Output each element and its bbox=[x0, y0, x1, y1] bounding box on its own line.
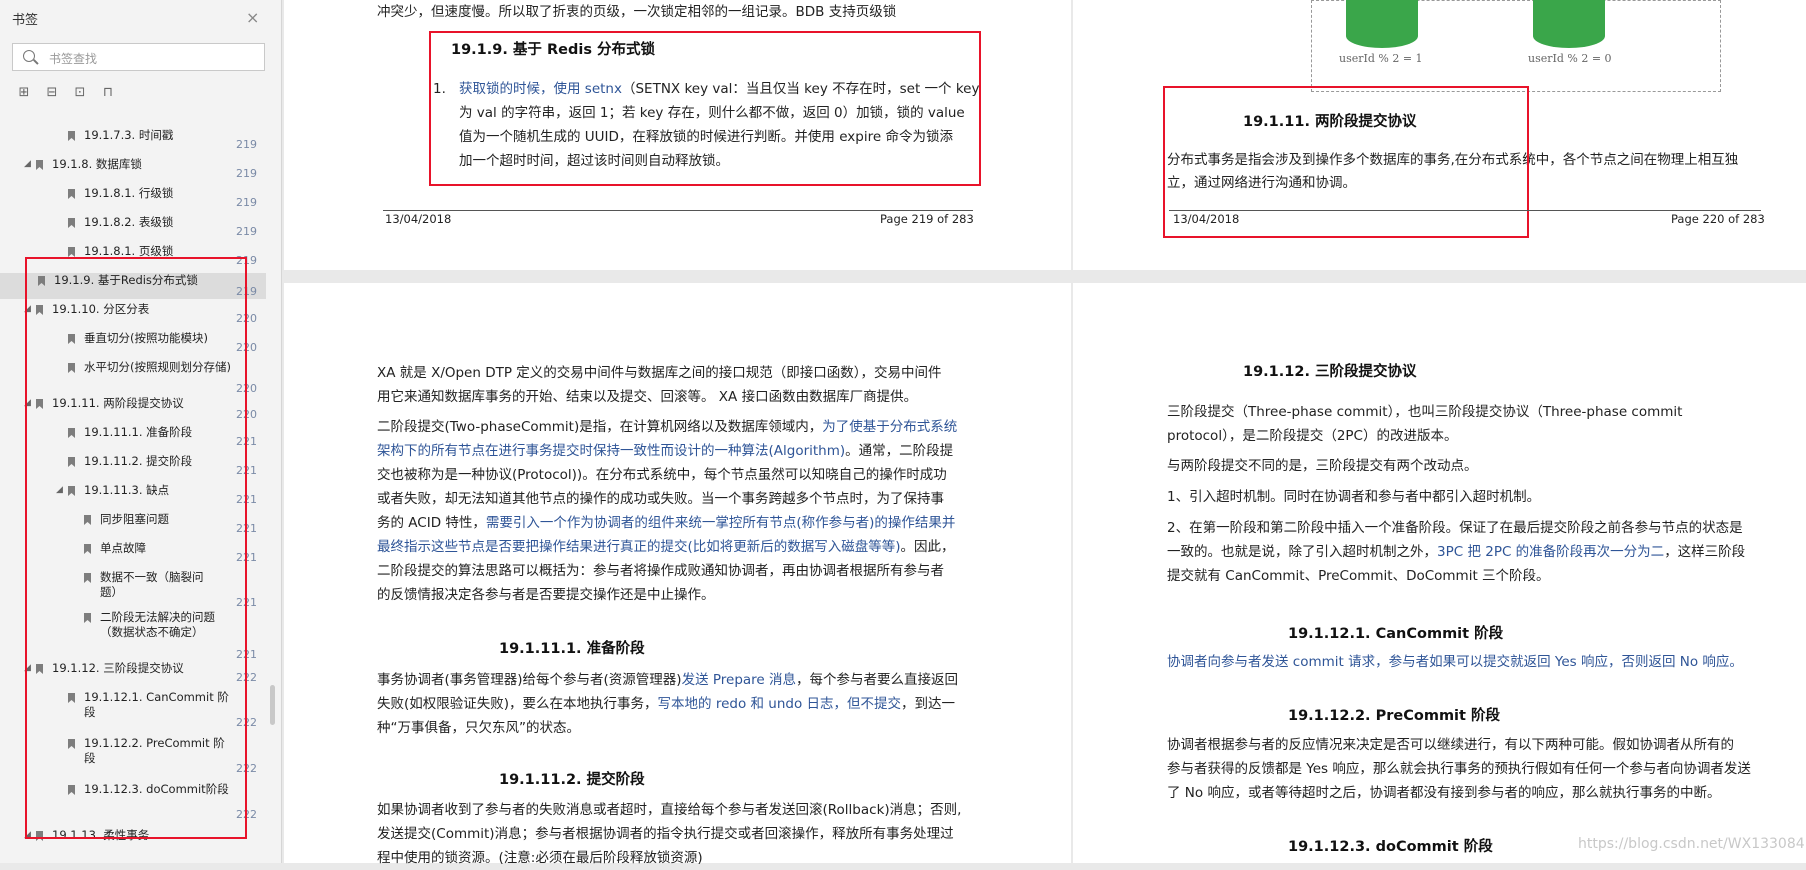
diagram-label: userId % 2 = 1 bbox=[1339, 52, 1423, 65]
page-text: 二阶段提交的算法思路可以概括为：参与者将操作成败通知协调者，再由协调者根据所有参… bbox=[377, 563, 944, 579]
bookmark-icon bbox=[68, 131, 75, 141]
page-text: XA 就是 X/Open DTP 定义的交易中间件与数据库之间的接口规范（即接口… bbox=[377, 365, 942, 381]
bookmark-icon bbox=[68, 218, 75, 228]
bookmark-icon bbox=[36, 160, 43, 170]
page-221: XA 就是 X/Open DTP 定义的交易中间件与数据库之间的接口规范（即接口… bbox=[284, 283, 1071, 866]
page-text: 二阶段提交(Two-phaseCommit)是指，在计算机网络以及数据库领域内，… bbox=[377, 419, 958, 435]
bookmark-icon bbox=[68, 247, 75, 257]
section-heading: 19.1.12.1. CanCommit 阶段 bbox=[1288, 626, 1504, 642]
bookmark-page-number: 219 bbox=[236, 167, 257, 180]
diagram-label: userId % 2 = 0 bbox=[1528, 52, 1612, 65]
section-heading: 19.1.12.2. PreCommit 阶段 bbox=[1288, 708, 1500, 724]
section-heading: 19.1.12. 三阶段提交协议 bbox=[1243, 364, 1417, 380]
expand-all-icon[interactable]: ⊞ bbox=[16, 85, 32, 101]
footer-date: 13/04/2018 bbox=[1173, 212, 1240, 226]
bookmark-label: 19.1.8. 数据库锁 bbox=[52, 157, 142, 171]
bookmark-sidebar: 书签 × 书签查找 ⊞ ⊟ ⊡ ⊓ 19.1.7.3. 时间戳 219 ◢ 19.1.… bbox=[0, 0, 282, 863]
page-text: 种“万事俱备，只欠东风”的状态。 bbox=[377, 720, 580, 736]
page-text: 提交就有 CanCommit、PreCommit、DoCommit 三个阶段。 bbox=[1167, 568, 1550, 584]
sidebar-scrollbar[interactable] bbox=[270, 685, 275, 725]
footer-rule bbox=[1169, 210, 1761, 211]
bookmark-page-number: 219 bbox=[236, 138, 257, 151]
page-text: 用它来通知数据库事务的开始、结束以及提交、回滚等。 XA 接口函数由数据库厂商提… bbox=[377, 389, 918, 405]
page-text: 程中使用的锁资源。(注意:必须在最后阶段释放锁资源) bbox=[377, 850, 703, 866]
search-placeholder: 书签查找 bbox=[49, 52, 98, 66]
section-heading: 19.1.12.3. doCommit 阶段 bbox=[1288, 839, 1493, 855]
bookmark-page-number: 219 bbox=[236, 225, 257, 238]
page-text: 一致的。也就是说，除了引入超时机制之外，3PC 把 2PC 的准备阶段再次一分为… bbox=[1167, 544, 1746, 560]
bookmark-item[interactable]: 19.1.7.3. 时间戳 219 bbox=[0, 128, 266, 152]
sidebar-title: 书签 bbox=[12, 13, 39, 28]
bookmark-item[interactable]: 19.1.8.1. 行级锁 219 bbox=[0, 186, 266, 210]
watermark: https://blog.csdn.net/WX13308414401 bbox=[1578, 836, 1806, 852]
add-bookmark-icon[interactable]: ⊡ bbox=[72, 85, 88, 101]
page-text: 三阶段提交（Three-phase commit），也叫三阶段提交协议（Thre… bbox=[1167, 404, 1683, 420]
collapse-all-icon[interactable]: ⊟ bbox=[44, 85, 60, 101]
page-text: 交也被称为是一种协议(Protocol))。在分布式系统中，每个节点虽然可以知晓… bbox=[377, 467, 947, 483]
page-text: 参与者获得的反馈都是 Yes 响应，那么就会执行事务的预执行假如有任何一个参与者… bbox=[1167, 761, 1751, 777]
page-text: 与两阶段提交不同的是，三阶段提交有两个改动点。 bbox=[1167, 458, 1478, 474]
database-icon bbox=[1533, 0, 1605, 48]
page-text: protocol），是二阶段提交（2PC）的改进版本。 bbox=[1167, 428, 1458, 444]
bookmark-page-number: 219 bbox=[236, 196, 257, 209]
page-text: 2、在第一阶段和第二阶段中插入一个准备阶段。保证了在最后提交阶段之前各参与节点的… bbox=[1167, 520, 1743, 536]
close-icon[interactable]: × bbox=[246, 8, 259, 27]
page-text: 1、引入超时机制。同时在协调者和参与者中都引入超时机制。 bbox=[1167, 489, 1541, 505]
page-text: 失败(如权限验证失败)，要么在本地执行事务，写本地的 redo 和 undo 日… bbox=[377, 696, 956, 712]
footer-page: Page 220 of 283 bbox=[1671, 212, 1765, 226]
page-text: 的反馈情报决定各参与者是否要提交操作还是中止操作。 bbox=[377, 587, 715, 603]
page-text: 事务协调者(事务管理器)给每个参与者(资源管理器)发送 Prepare 消息，每… bbox=[377, 672, 959, 688]
page-text: 发送提交(Commit)消息；参与者根据协调者的指令执行提交或者回滚操作，释放所… bbox=[377, 826, 954, 842]
bookmark-item[interactable]: 19.1.8.2. 表级锁 219 bbox=[0, 215, 266, 239]
page-text: 或者失败，却无法知道其他节点的操作的成功或失败。当一个事务跨越多个节点时，为了保… bbox=[377, 491, 944, 507]
footer-date: 13/04/2018 bbox=[385, 212, 452, 226]
expand-arrow-icon[interactable]: ◢ bbox=[24, 159, 31, 169]
page-text: 架构下的所有节点在进行事务提交时保持一致性而设计的一种算法(Algorithm)… bbox=[377, 443, 954, 459]
database-icon bbox=[1346, 0, 1418, 48]
page-text: 协调者根据参与者的反应情况来决定是否可以继续进行，有以下两种可能。假如协调者从所… bbox=[1167, 737, 1734, 753]
footer-page: Page 219 of 283 bbox=[880, 212, 974, 226]
bookmark-search-input[interactable]: 书签查找 bbox=[12, 43, 265, 71]
section-heading: 19.1.11.2. 提交阶段 bbox=[499, 772, 645, 788]
bookmark-label: 19.1.8.2. 表级锁 bbox=[84, 215, 174, 229]
page-220: userId % 2 = 1 userId % 2 = 0 19.1.11. 两… bbox=[1073, 0, 1806, 270]
page-text: 最终指示这些节点是否要把操作结果进行真正的提交(比如将更新后的数据写入磁盘等等)… bbox=[377, 539, 955, 555]
section-heading: 19.1.11.1. 准备阶段 bbox=[499, 641, 645, 657]
page-219: 冲突少，但速度慢。所以取了折衷的页级，一次锁定相邻的一组记录。BDB 支持页级锁… bbox=[284, 0, 1071, 270]
bookmark-item[interactable]: ◢ 19.1.8. 数据库锁 219 bbox=[0, 157, 266, 181]
page-text: 如果协调者收到了参与者的失败消息或者超时，直接给每个参与者发送回滚(Rollba… bbox=[377, 802, 962, 818]
bookmark-label: 19.1.7.3. 时间戳 bbox=[84, 128, 174, 142]
page-text: 务的 ACID 特性，需要引入一个作为协调者的组件来统一掌控所有节点(称作参与者… bbox=[377, 515, 956, 531]
page-text: 冲突少，但速度慢。所以取了折衷的页级，一次锁定相邻的一组记录。BDB 支持页级锁 bbox=[377, 4, 897, 20]
highlight-box bbox=[429, 31, 981, 186]
highlight-box bbox=[25, 257, 247, 839]
footer-rule bbox=[383, 210, 973, 211]
page-text: 了 No 响应，或者等待超时之后，协调者都没有接到参与者的响应，那么就执行事务的… bbox=[1167, 785, 1721, 801]
page-222: 19.1.12. 三阶段提交协议 三阶段提交（Three-phase commi… bbox=[1073, 283, 1806, 863]
page-text: 协调者向参与者发送 commit 请求，参与者如果可以提交就返回 Yes 响应，… bbox=[1167, 654, 1743, 670]
bookmark-icon[interactable]: ⊓ bbox=[100, 85, 116, 101]
bookmark-label: 19.1.8.1. 行级锁 bbox=[84, 186, 174, 200]
bookmark-icon bbox=[68, 189, 75, 199]
search-icon bbox=[23, 50, 35, 62]
